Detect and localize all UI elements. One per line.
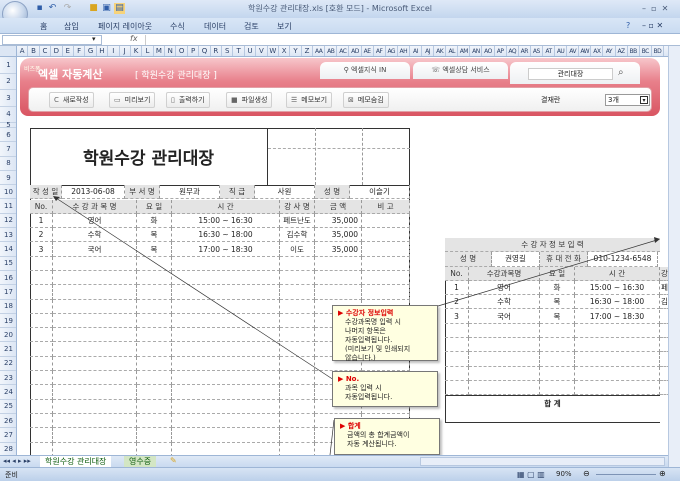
comment-total[interactable]: ▶ 합계 금액의 총 합계금액이 자동 계산됩니다.: [334, 418, 440, 455]
comment-student-info[interactable]: ▶ 수강자 정보입력 수강과목명 입력 시 나머지 항목은 자동입력됩니다. (…: [332, 305, 438, 362]
comment-line: 자동 계산됩니다.: [347, 440, 397, 448]
sheet-tabs-bar: ◂◂ ◂ ▸ ▸▸ 학원수강 관리대장 영수증 ✎: [0, 455, 668, 467]
comment-no[interactable]: ▶ No. 과목 입력 시 자동입력됩니다.: [332, 371, 438, 407]
horizontal-scrollbar[interactable]: [420, 457, 665, 466]
comment-line: 수강과목명 입력 시: [345, 318, 401, 326]
zoom-slider[interactable]: [596, 474, 656, 475]
comment-line: (미리보기 및 인쇄되지: [345, 345, 411, 353]
status-ready: 준비: [5, 471, 18, 479]
comment-title: ▶ 합계: [340, 422, 361, 430]
comment-line: 과목 입력 시: [345, 384, 382, 392]
sheet-tab-ledger[interactable]: 학원수강 관리대장: [40, 456, 112, 467]
status-bar: 준비 ▦ ▢ ▥ 90% ⊖ ⊕: [0, 467, 680, 481]
zoom-in-icon[interactable]: ⊕: [659, 469, 666, 478]
comment-line: 않습니다.): [345, 354, 376, 362]
connector-line: [437, 239, 658, 307]
insert-sheet-icon[interactable]: ✎: [170, 456, 177, 465]
comment-line: 자동입력됩니다.: [345, 393, 393, 401]
zoom-level[interactable]: 90%: [556, 470, 572, 478]
sheet-tab-receipt[interactable]: 영수증: [124, 456, 157, 467]
comment-line: 자동입력됩니다.: [345, 336, 393, 344]
connector-line: [55, 197, 335, 381]
connector-arrowhead: [654, 237, 660, 243]
comment-title: ▶ No.: [338, 375, 360, 383]
vertical-scrollbar[interactable]: [668, 46, 680, 467]
comment-line: 금액의 총 합계금액이: [347, 431, 410, 439]
comment-title: ▶ 수강자 정보입력: [338, 309, 394, 317]
sheet-nav-buttons[interactable]: ◂◂ ◂ ▸ ▸▸: [3, 457, 31, 465]
zoom-out-icon[interactable]: ⊖: [583, 469, 590, 478]
view-buttons[interactable]: ▦ ▢ ▥: [517, 470, 545, 479]
comment-line: 나머지 항목은: [345, 327, 386, 335]
